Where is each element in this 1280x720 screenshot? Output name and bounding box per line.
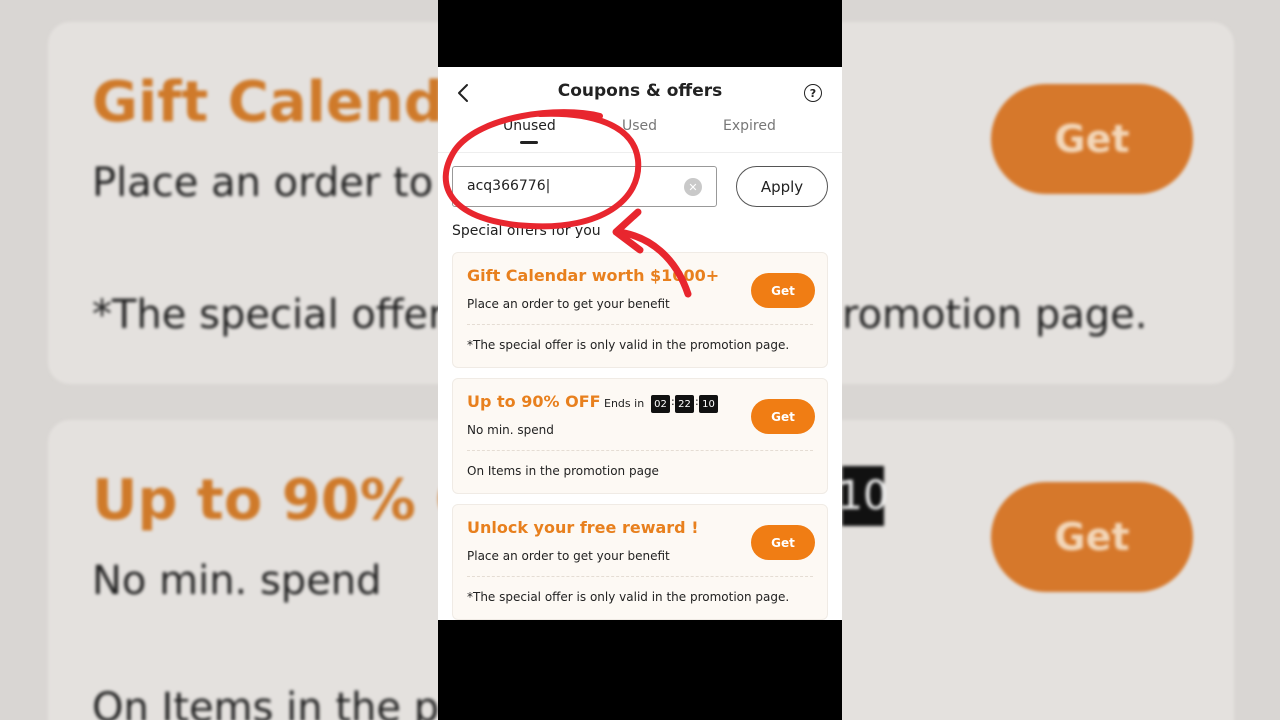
offer-subtitle: No min. spend [467, 423, 554, 437]
page-title: Coupons & offers [557, 81, 723, 101]
bg-offer-note: On Items in the pr [92, 685, 456, 720]
offer-note: *The special offer is only valid in the … [467, 338, 790, 352]
bg-offer-title: Up to 90% O [92, 468, 483, 533]
coupon-code-input[interactable]: acq366776| [452, 166, 717, 207]
tab-expired[interactable]: Expired [723, 118, 776, 134]
get-button[interactable]: Get [751, 273, 815, 308]
tab-unused[interactable]: Unused [503, 118, 556, 134]
divider [467, 450, 813, 451]
get-button[interactable]: Get [751, 399, 815, 434]
bg-offer-subtitle: No min. spend [92, 558, 382, 604]
offer-title: Gift Calendar worth $1000+ [467, 266, 720, 285]
offer-card: Up to 90% OFF Ends in 02 : 22 : 10 No mi… [452, 378, 828, 494]
bg-get-button: Get [991, 482, 1193, 592]
bg-timer-box: 10 [838, 466, 888, 526]
countdown-hours: 02 [651, 395, 670, 413]
phone-frame: Coupons & offers ? Unused Used Expired a… [438, 0, 842, 720]
active-tab-indicator [520, 141, 538, 144]
tab-used[interactable]: Used [622, 118, 657, 134]
bg-offer-note-right: romotion page. [842, 292, 1148, 338]
bg-offer-title: Gift Calenda [92, 70, 482, 135]
offer-title: Unlock your free reward ! [467, 518, 699, 537]
offer-title: Up to 90% OFF [467, 392, 601, 411]
countdown-minutes: 22 [675, 395, 694, 413]
countdown-label: Ends in [604, 397, 645, 410]
get-button[interactable]: Get [751, 525, 815, 560]
offer-subtitle: Place an order to get your benefit [467, 549, 670, 563]
divider [467, 576, 813, 577]
offer-note: On Items in the promotion page [467, 464, 659, 478]
bg-get-button: Get [991, 84, 1193, 194]
offer-note: *The special offer is only valid in the … [467, 590, 790, 604]
clear-icon[interactable]: ✕ [684, 178, 702, 196]
bg-offer-subtitle: Place an order to [92, 160, 434, 206]
countdown-seconds: 10 [699, 395, 718, 413]
offer-card: Unlock your free reward ! Place an order… [452, 504, 828, 620]
app-header: Coupons & offers ? [438, 67, 842, 117]
coupons-screen: Coupons & offers ? Unused Used Expired a… [438, 67, 842, 620]
bg-offer-note: *The special offer [92, 292, 445, 338]
apply-button[interactable]: Apply [736, 166, 828, 207]
offer-card: Gift Calendar worth $1000+ Place an orde… [452, 252, 828, 368]
section-title: Special offers for you [452, 223, 601, 239]
divider [467, 324, 813, 325]
question-circle-icon[interactable]: ? [804, 84, 822, 102]
tab-bar: Unused Used Expired [438, 115, 842, 153]
offer-subtitle: Place an order to get your benefit [467, 297, 670, 311]
